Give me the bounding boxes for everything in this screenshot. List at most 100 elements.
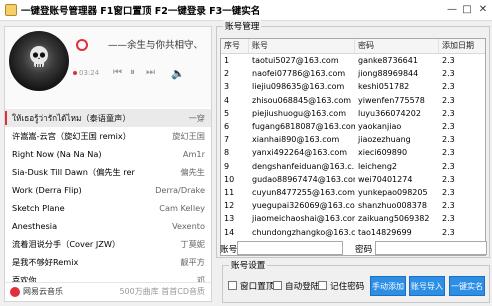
cell-account: dengshanfeiduan@163.c...: [252, 161, 355, 171]
cell-index: 1: [224, 56, 230, 65]
maximize-button[interactable]: □: [460, 3, 474, 17]
cell-date: 2.3: [442, 56, 455, 65]
cell-index: 10: [224, 174, 235, 184]
cell-date: 2.3: [442, 108, 455, 118]
table-row[interactable]: 2 naofei07786@163.com jiong88969844 2.3: [221, 67, 485, 80]
table-row[interactable]: 6 fugang6818087@163.com yaokanjiao 2.3: [221, 120, 485, 133]
cell-index: 6: [224, 122, 230, 131]
prev-icon[interactable]: ⏮: [113, 67, 122, 78]
checkbox-remember[interactable]: 记住密码: [318, 280, 364, 292]
cell-date: 2.3: [442, 122, 455, 131]
song-item[interactable]: Anesthesia Vexento: [5, 217, 211, 235]
cell-index: 8: [224, 148, 230, 158]
one-click-verify-button[interactable]: 一键实名: [449, 276, 485, 296]
cell-index: 2: [224, 69, 230, 79]
col-header-index[interactable]: 序号: [221, 39, 249, 53]
cell-password: yiwenfen775578: [358, 95, 425, 105]
song-item[interactable]: 流着泪说分手（Cover JZW） 丁莫妮: [5, 235, 211, 253]
cell-index: 9: [224, 161, 230, 171]
import-accounts-button[interactable]: 账号导入: [409, 276, 445, 296]
cell-account: jiaomeichaoshai@163.com: [252, 214, 355, 224]
cell-date: 2.3: [442, 161, 455, 171]
cell-account: zhisou068845@163.com: [252, 95, 352, 105]
cell-index: 12: [224, 201, 235, 211]
cell-account: liejiu098635@163.com: [252, 82, 345, 92]
table-row[interactable]: 1 taotui5027@163.com ganke8736641 2.3: [221, 54, 485, 67]
song-item[interactable]: Right Now (Na Na Na) Am1r: [5, 145, 211, 163]
table-row[interactable]: 11 cuyun8477255@163.com yunkepao098205 2.3: [221, 186, 485, 199]
cell-password: luyu366074202: [358, 108, 421, 118]
album-cover[interactable]: [9, 31, 69, 91]
cell-password: tao14829699: [358, 227, 412, 237]
pause-icon[interactable]: ⏸: [130, 67, 135, 78]
cell-account: naofei07786@163.com: [252, 69, 346, 79]
now-playing: ——余生与你共相守、 03:24 ⏮ ⏸ ⏭ 🔈: [5, 27, 211, 107]
music-brand: 网易云音乐: [23, 287, 63, 296]
checkbox-topmost[interactable]: 窗口置顶: [228, 280, 274, 292]
music-tagline: 500万曲库 首首CD音质: [119, 287, 205, 296]
cell-date: 2.3: [442, 188, 455, 197]
table-row[interactable]: 10 gudao88967474@163.com wei70401274 2.3: [221, 173, 485, 186]
progress-dot[interactable]: [73, 71, 77, 75]
title-bar: 一键登账号管理器 F1窗口置顶 F2一键登录 F3一键实名 — □ ✕: [0, 0, 492, 21]
table-header: 序号 账号 密码 添加日期: [221, 39, 485, 54]
checkbox-box[interactable]: [318, 281, 327, 290]
table-row[interactable]: 12 yuegupai326069@163.com shanzhuo008378 2.…: [221, 199, 485, 212]
table-row[interactable]: 14 chundongzhangko@163.comtao14829699 2.3: [221, 226, 485, 239]
account-group: 账号管理 序号 账号 密码 添加日期 1 taotui5027@163.com ga…: [216, 20, 490, 258]
col-header-account[interactable]: 账号: [249, 39, 355, 53]
password-input[interactable]: [375, 241, 487, 255]
close-button[interactable]: ✕: [476, 3, 490, 17]
checkbox-box[interactable]: [273, 281, 282, 290]
cell-password: wei70401274: [358, 174, 413, 184]
cell-password: keshi051782: [358, 82, 410, 92]
song-item[interactable]: Work (Derra Flip) Derra/Drake: [5, 181, 211, 199]
netease-logo-icon: [10, 287, 20, 297]
cell-account: gudao88967474@163.com: [252, 174, 355, 184]
cell-date: 2.3: [442, 201, 455, 211]
song-item[interactable]: 许嵩嵩-云宫（旋幻王国 remix） 旋幻王国: [5, 127, 211, 145]
cell-password: jiaozezhuang: [358, 135, 411, 145]
table-row[interactable]: 4 zhisou068845@163.com yiwenfen775578 2.3: [221, 94, 485, 107]
cell-password: yunkepao098205: [358, 188, 428, 197]
next-icon[interactable]: ⏭: [146, 67, 155, 78]
now-playing-title: ——余生与你共相守、: [108, 40, 204, 51]
col-header-password[interactable]: 密码: [355, 39, 439, 53]
music-footer: 网易云音乐 500万曲库 首首CD音质: [5, 282, 211, 301]
cell-date: 2.3: [442, 227, 455, 237]
col-header-date[interactable]: 添加日期: [439, 39, 485, 53]
table-row[interactable]: 3 liejiu098635@163.com keshi051782 2.3: [221, 80, 485, 93]
manual-add-button[interactable]: 手动添加: [370, 276, 406, 296]
table-row[interactable]: 7 xianhai890@163.com jiaozezhuang 2.3: [221, 133, 485, 146]
cell-password: yaokanjiao: [358, 122, 402, 131]
song-item[interactable]: Sketch Plane Cam Kelley: [5, 199, 211, 217]
cell-date: 2.3: [442, 214, 455, 224]
table-row[interactable]: 8 yanxi492264@163.com xieci609890 2.3: [221, 146, 485, 159]
cell-index: 13: [224, 214, 235, 224]
cell-index: 5: [224, 108, 230, 118]
account-input[interactable]: [237, 241, 343, 255]
account-table[interactable]: 序号 账号 密码 添加日期 1 taotui5027@163.com ganke87…: [220, 38, 486, 256]
cell-index: 3: [224, 82, 230, 92]
cell-password: ganke8736641: [358, 56, 418, 65]
app-icon: [5, 4, 17, 16]
cell-account: yuegupai326069@163.com: [252, 201, 355, 211]
song-item[interactable]: Sia-Dusk Till Dawn（偏先生 rer 偏先生: [5, 163, 211, 181]
volume-icon[interactable]: 🔈: [171, 67, 185, 80]
checkbox-autologin[interactable]: 自动登陆: [273, 280, 319, 292]
cell-account: cuyun8477255@163.com: [252, 188, 355, 197]
cell-password: zaikuang5069382: [358, 214, 430, 224]
song-item[interactable]: ให้เธอรู้ว่ารักได้ไหม（泰语童声） 一穿: [5, 109, 211, 127]
table-row[interactable]: 5 piejiushuogu@163.com luyu366074202 2.3: [221, 107, 485, 120]
song-item[interactable]: 是我不够好Remix 靓平方: [5, 253, 211, 271]
cell-index: 7: [224, 135, 230, 145]
skull-icon: [30, 46, 48, 67]
cell-date: 2.3: [442, 174, 455, 184]
table-row[interactable]: 9 dengshanfeiduan@163.c... leicheng2 2.3: [221, 160, 485, 173]
checkbox-box[interactable]: [228, 281, 237, 290]
table-row[interactable]: 13 jiaomeichaoshai@163.com zaikuang5069382…: [221, 212, 485, 225]
cell-date: 2.3: [442, 135, 455, 145]
cell-index: 11: [224, 188, 235, 197]
cell-password: shanzhuo008378: [358, 201, 427, 211]
minimize-button[interactable]: —: [445, 3, 459, 17]
